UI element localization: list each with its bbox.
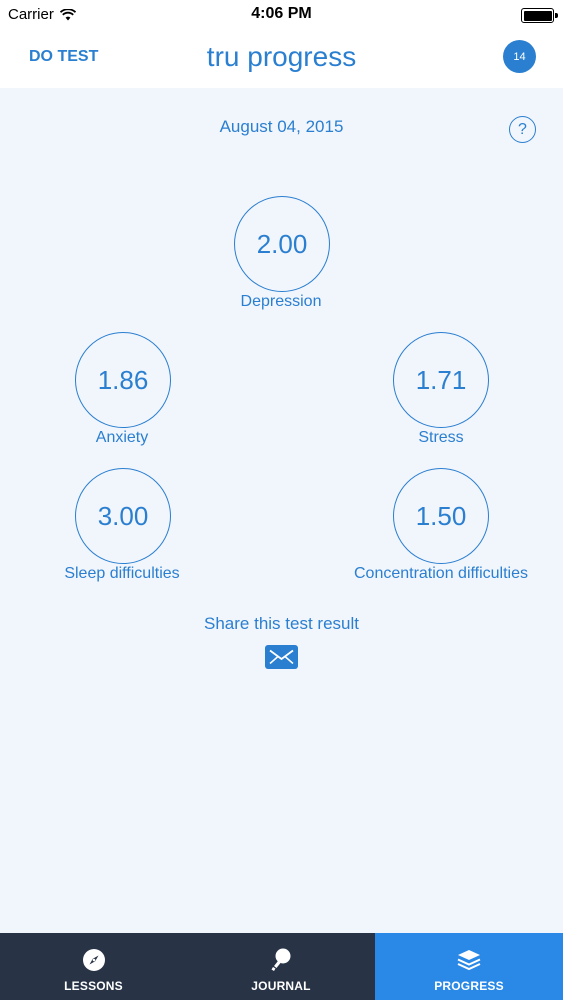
envelope-glyph (269, 649, 294, 665)
sleep-label: Sleep difficulties (64, 565, 180, 582)
notification-badge[interactable]: 14 (503, 40, 536, 73)
share-result-link[interactable]: Share this test result (0, 614, 563, 634)
tab-journal-label: JOURNAL (251, 979, 311, 993)
concentration-score-circle[interactable]: 1.50 (393, 468, 489, 564)
mail-icon[interactable] (265, 645, 298, 669)
lightbulb-icon (268, 947, 294, 973)
concentration-label: Concentration difficulties (353, 565, 529, 582)
tab-progress[interactable]: PROGRESS (375, 933, 563, 1000)
anxiety-label: Anxiety (95, 429, 149, 446)
depression-label: Depression (240, 293, 322, 310)
layers-icon (456, 947, 482, 973)
stress-score-circle[interactable]: 1.71 (393, 332, 489, 428)
sleep-score-circle[interactable]: 3.00 (75, 468, 171, 564)
stress-label: Stress (418, 429, 464, 446)
status-bar: Carrier 4:06 PM (0, 0, 563, 30)
help-icon[interactable]: ? (509, 116, 536, 143)
test-date: August 04, 2015 (219, 117, 344, 136)
page-title: tru progress (206, 41, 357, 72)
compass-icon (81, 947, 107, 973)
tab-progress-label: PROGRESS (434, 979, 504, 993)
tab-journal[interactable]: JOURNAL (187, 933, 375, 1000)
tab-lessons-label: LESSONS (64, 979, 123, 993)
battery-icon (521, 8, 558, 23)
tab-lessons[interactable]: LESSONS (0, 933, 187, 1000)
tab-bar: LESSONS JOURNAL PROGRESS (0, 933, 563, 1000)
status-time: 4:06 PM (251, 5, 312, 22)
nav-bar: DO TEST tru progress 14 (0, 30, 563, 88)
depression-score-circle[interactable]: 2.00 (234, 196, 330, 292)
anxiety-score-circle[interactable]: 1.86 (75, 332, 171, 428)
